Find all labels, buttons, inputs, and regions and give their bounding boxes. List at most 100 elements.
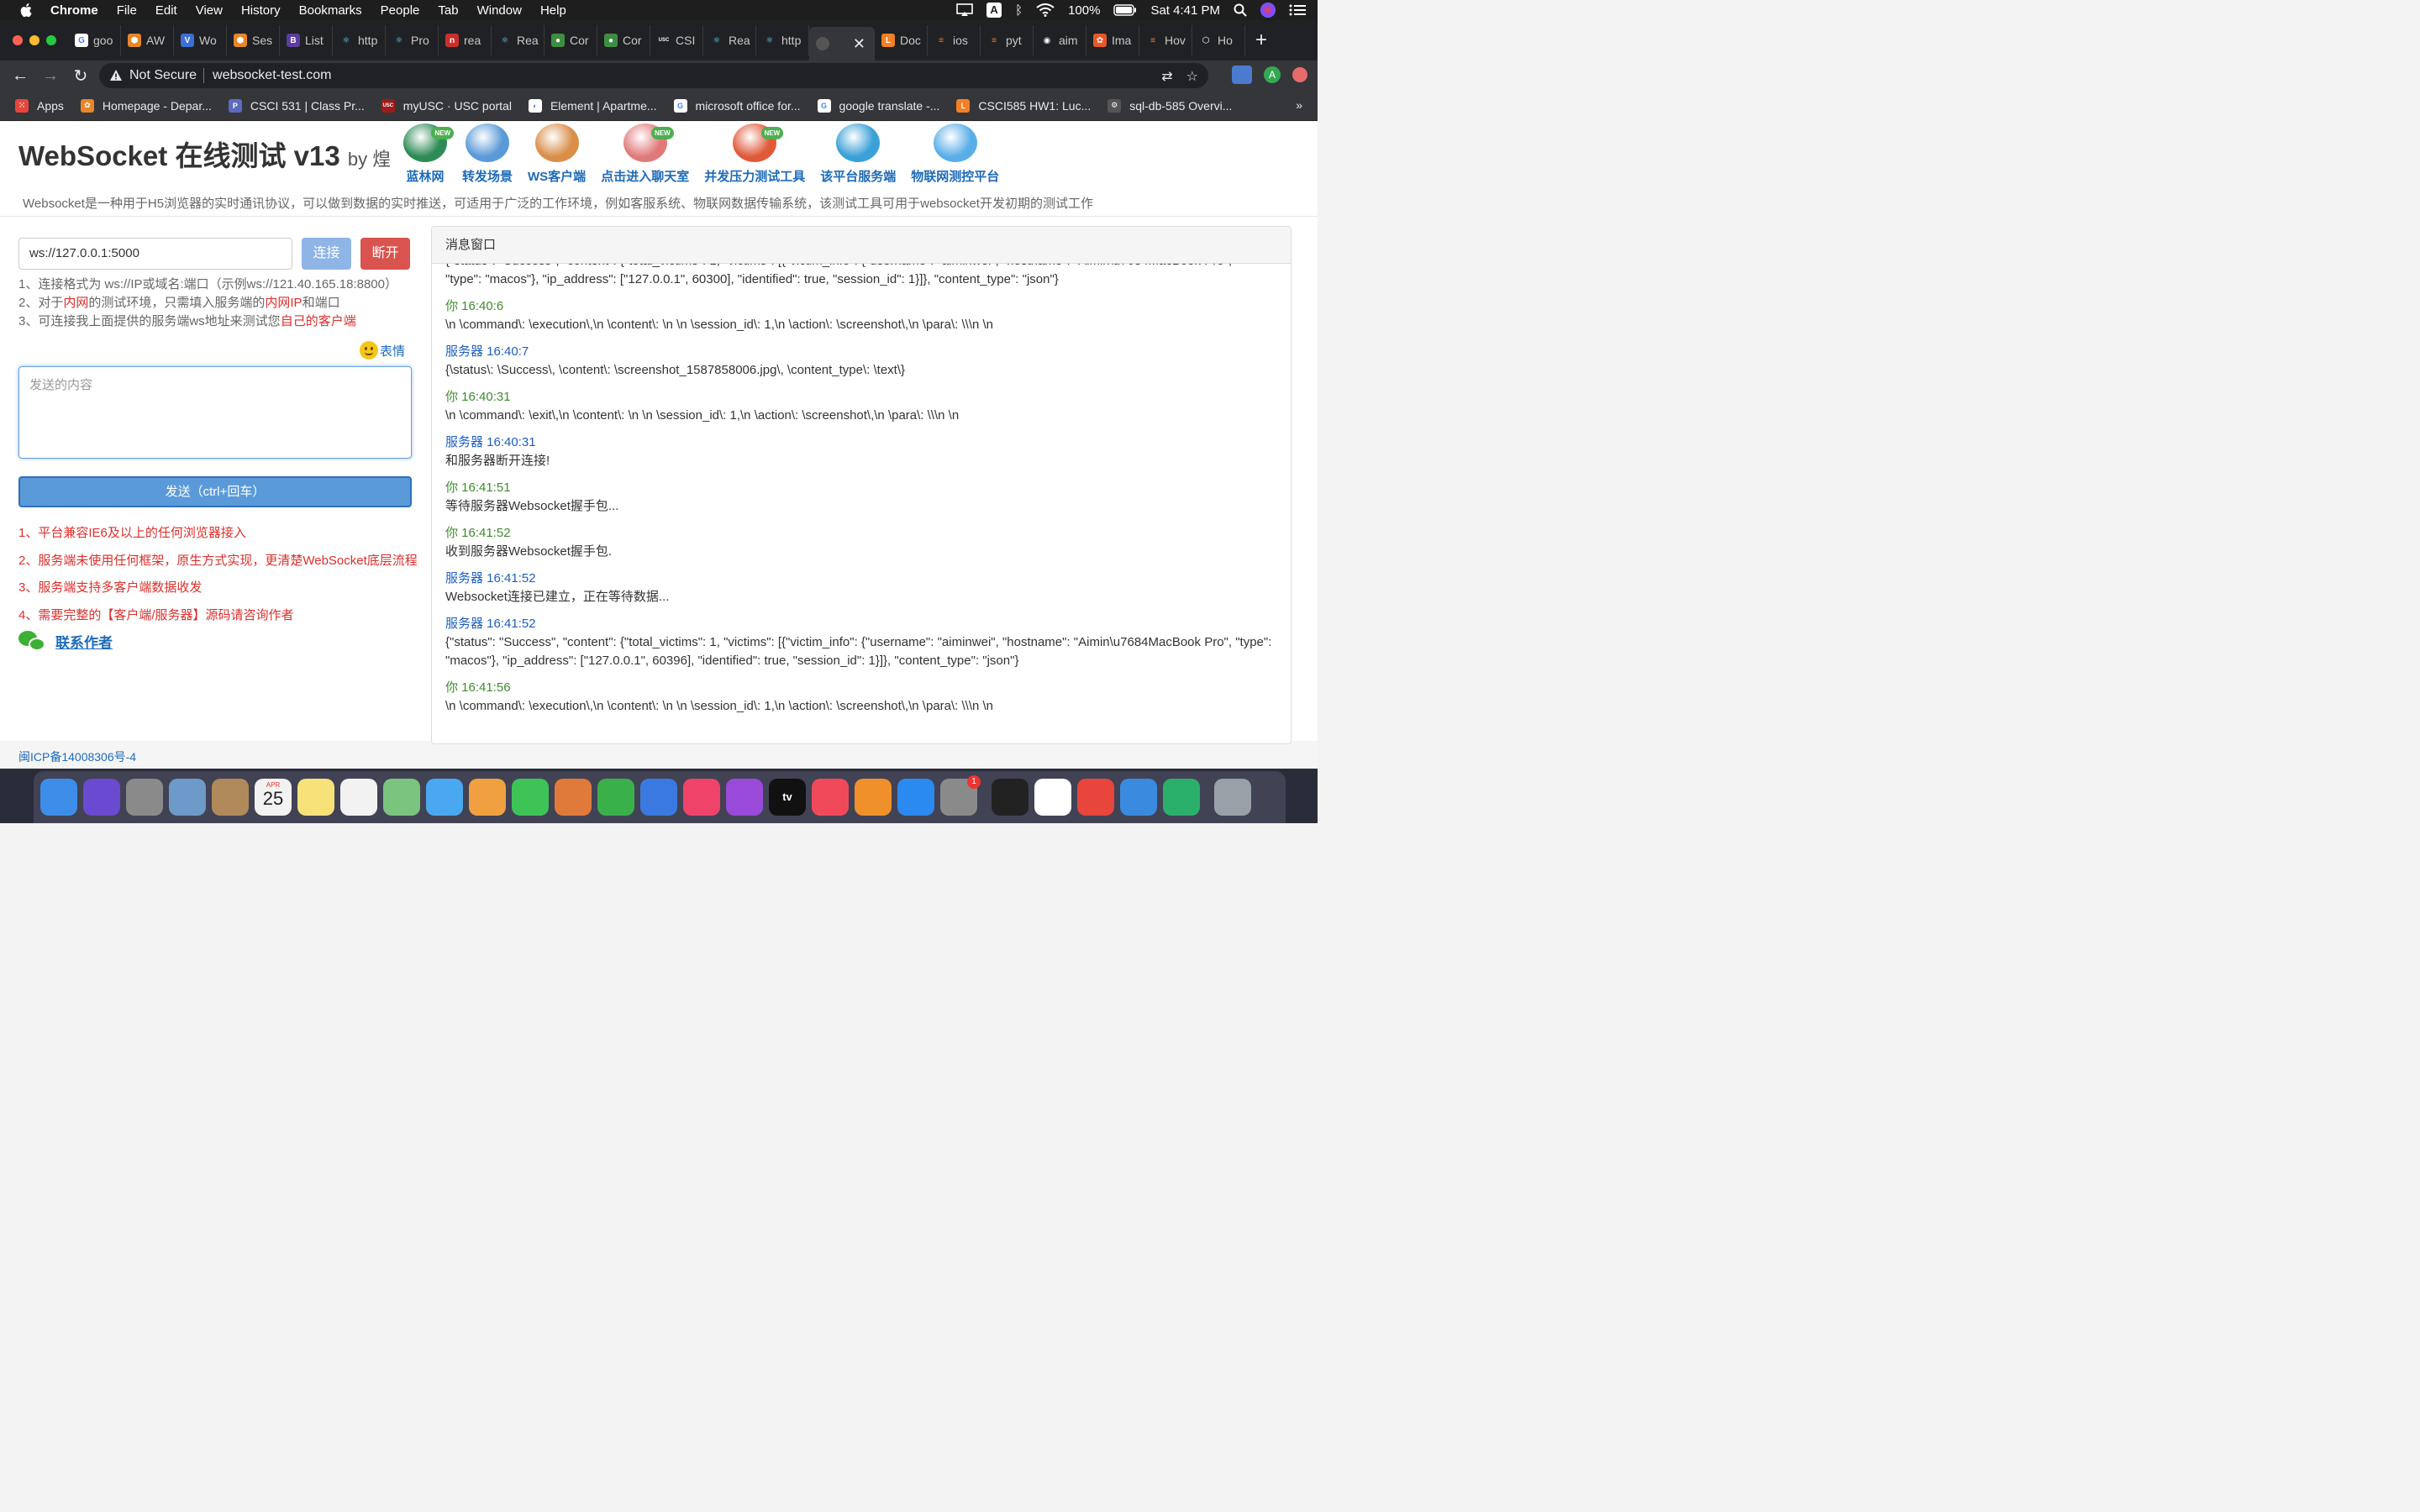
bluetooth-icon[interactable]: ᛒ bbox=[1015, 3, 1023, 18]
tab-after-1[interactable]: ≡ ios bbox=[928, 25, 981, 55]
extension-off-icon[interactable] bbox=[1232, 66, 1252, 84]
menu-window[interactable]: Window bbox=[477, 3, 522, 18]
tab-1[interactable]: ⬢ AW bbox=[121, 25, 174, 55]
bookmark-4[interactable]: ◐ Element | Apartme... bbox=[528, 98, 657, 113]
terminal-icon[interactable] bbox=[992, 779, 1028, 816]
siri-menu-icon[interactable] bbox=[1260, 3, 1276, 18]
podcasts-icon[interactable] bbox=[726, 779, 763, 816]
reload-icon[interactable]: ↻ bbox=[66, 66, 96, 87]
nav-item-2[interactable]: WS客户端 bbox=[528, 122, 586, 185]
menu-file[interactable]: File bbox=[117, 3, 137, 18]
messages-icon[interactable] bbox=[426, 779, 463, 816]
app-store-icon[interactable] bbox=[897, 779, 934, 816]
airplay-icon[interactable] bbox=[956, 3, 973, 17]
zoom-window-icon[interactable] bbox=[46, 35, 56, 45]
menu-people[interactable]: People bbox=[381, 3, 420, 18]
xcode-icon[interactable] bbox=[1120, 779, 1157, 816]
tab-9[interactable]: ● Cor bbox=[544, 25, 597, 55]
bookmark-7[interactable]: L CSCI585 HW1: Luc... bbox=[956, 98, 1091, 113]
tab-10[interactable]: ● Cor bbox=[597, 25, 650, 55]
tab-13[interactable]: ⚛ http bbox=[756, 25, 809, 55]
bookmark-1[interactable]: ✿ Homepage - Depar... bbox=[80, 98, 212, 113]
apple-logo-icon[interactable] bbox=[18, 2, 35, 18]
security-label[interactable]: Not Secure bbox=[129, 68, 205, 83]
news-icon[interactable] bbox=[812, 779, 849, 816]
bookmark-0[interactable]: ⁙ Apps bbox=[15, 98, 64, 113]
tab-after-3[interactable]: ◉ aim bbox=[1034, 25, 1086, 55]
disconnect-button[interactable]: 断开 bbox=[360, 238, 410, 270]
tab-0[interactable]: Ggoo bbox=[68, 25, 121, 55]
finder-icon[interactable] bbox=[40, 779, 77, 816]
menu-view[interactable]: View bbox=[196, 3, 223, 18]
spotlight-search-icon[interactable] bbox=[1234, 3, 1247, 17]
tab-after-4[interactable]: ✿ Ima bbox=[1086, 25, 1139, 55]
contacts-icon[interactable] bbox=[212, 779, 249, 816]
trash-icon[interactable] bbox=[1214, 779, 1251, 816]
tv-icon[interactable]: tv bbox=[769, 779, 806, 816]
nav-item-4[interactable]: NEW 并发压力测试工具 bbox=[704, 122, 805, 185]
menu-help[interactable]: Help bbox=[540, 3, 566, 18]
system-preferences-icon[interactable]: 1 bbox=[940, 775, 981, 816]
bookmark-star-icon[interactable]: ☆ bbox=[1186, 68, 1198, 85]
tab-12[interactable]: ⚛ Rea bbox=[703, 25, 756, 55]
siri-icon[interactable] bbox=[83, 779, 120, 816]
battery-icon[interactable] bbox=[1113, 4, 1137, 16]
menu-history[interactable]: History bbox=[241, 3, 281, 18]
photos-icon[interactable] bbox=[469, 779, 506, 816]
nav-item-6[interactable]: 物联网测控平台 bbox=[911, 122, 999, 185]
keynote-slides-icon[interactable] bbox=[555, 779, 592, 816]
menu-tab[interactable]: Tab bbox=[438, 3, 458, 18]
menu-edit[interactable]: Edit bbox=[155, 3, 177, 18]
back-arrow-icon[interactable]: ← bbox=[5, 66, 35, 86]
close-window-icon[interactable] bbox=[13, 35, 23, 45]
close-tab-icon[interactable]: ✕ bbox=[853, 35, 865, 53]
translate-icon[interactable]: ⇄ bbox=[1161, 68, 1172, 85]
nav-item-5[interactable]: 该平台服务端 bbox=[820, 122, 896, 185]
bookmark-3[interactable]: USC myUSC · USC portal bbox=[381, 98, 512, 113]
facetime-icon[interactable] bbox=[512, 779, 549, 816]
tab-2[interactable]: V Wo bbox=[174, 25, 227, 55]
ws-url-input[interactable]: ws://127.0.0.1:5000 bbox=[18, 238, 292, 270]
emoji-button[interactable]: 表情 bbox=[360, 341, 405, 360]
menu-app-name[interactable]: Chrome bbox=[50, 3, 98, 18]
icp-link[interactable]: 闽ICP备14008306号-4 bbox=[18, 748, 136, 765]
message-log[interactable]: {"status": "Success", "content": {"total… bbox=[445, 264, 1282, 743]
numbers-icon[interactable] bbox=[597, 779, 634, 816]
address-bar[interactable]: Not Secure websocket-test.com ⇄ ☆ bbox=[99, 63, 1208, 88]
forward-arrow-icon[interactable]: → bbox=[35, 66, 66, 86]
chrome-icon[interactable] bbox=[1077, 779, 1114, 816]
tab-6[interactable]: ⚛ Pro bbox=[386, 25, 439, 55]
notification-center-icon[interactable] bbox=[1289, 3, 1306, 17]
tab-after-2[interactable]: ≡ pyt bbox=[981, 25, 1034, 55]
url-text[interactable]: websocket-test.com bbox=[213, 68, 331, 83]
tab-3[interactable]: ⬢ Ses bbox=[227, 25, 280, 55]
contact-author-link[interactable]: 联系作者 bbox=[55, 631, 113, 652]
extension-icon[interactable] bbox=[1292, 67, 1307, 82]
contact-author[interactable]: 联系作者 bbox=[18, 629, 113, 653]
connect-button[interactable]: 连接 bbox=[302, 238, 351, 270]
message-input[interactable]: 发送的内容 bbox=[18, 366, 412, 459]
clock[interactable]: Sat 4:41 PM bbox=[1150, 3, 1220, 18]
tab-after-5[interactable]: ≡ Hov bbox=[1139, 25, 1192, 55]
bookmark-2[interactable]: P CSCI 531 | Class Pr... bbox=[228, 98, 365, 113]
warning-triangle-icon[interactable] bbox=[109, 69, 123, 82]
maps-icon[interactable] bbox=[383, 779, 420, 816]
reminders-icon[interactable] bbox=[340, 779, 377, 816]
pycharm-icon[interactable] bbox=[1163, 779, 1200, 816]
launchpad-icon[interactable] bbox=[126, 779, 163, 816]
nav-item-3[interactable]: NEW 点击进入聊天室 bbox=[601, 122, 689, 185]
notes-icon[interactable] bbox=[297, 779, 334, 816]
nav-item-1[interactable]: 转发场景 bbox=[462, 122, 513, 185]
tab-8[interactable]: ⚛ Rea bbox=[492, 25, 544, 55]
books-icon[interactable] bbox=[855, 779, 892, 816]
menu-bookmarks[interactable]: Bookmarks bbox=[299, 3, 362, 18]
calendar-icon[interactable]: APR 25 bbox=[255, 779, 292, 816]
more-bookmarks-icon[interactable]: » bbox=[1296, 98, 1302, 112]
bookmark-8[interactable]: ⚙ sql-db-585 Overvi... bbox=[1107, 98, 1232, 113]
notion-icon[interactable] bbox=[1034, 779, 1071, 816]
tab-active[interactable]: ✕ bbox=[809, 27, 875, 60]
tab-after-0[interactable]: L Doc bbox=[875, 25, 928, 55]
nav-item-0[interactable]: NEW 蓝林网 bbox=[403, 122, 454, 185]
music-icon[interactable] bbox=[683, 779, 720, 816]
preview-icon[interactable] bbox=[169, 779, 206, 816]
